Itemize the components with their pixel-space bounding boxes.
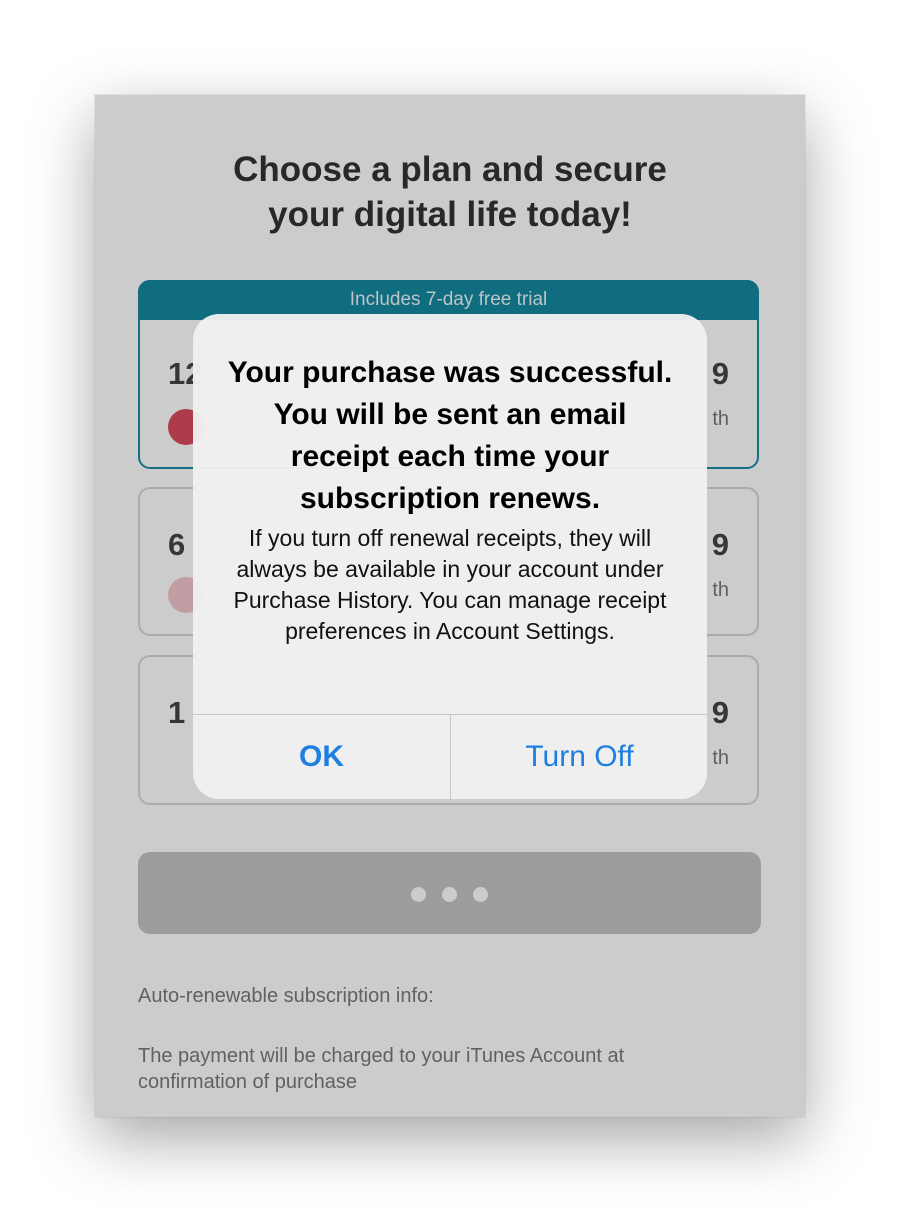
ok-button[interactable]: OK bbox=[193, 715, 450, 799]
turn-off-button[interactable]: Turn Off bbox=[451, 715, 707, 799]
purchase-success-alert: Your purchase was successful. You will b… bbox=[193, 314, 707, 799]
alert-title: Your purchase was successful. You will b… bbox=[227, 356, 673, 515]
alert-message: If you turn off renewal receipts, they w… bbox=[233, 525, 667, 644]
